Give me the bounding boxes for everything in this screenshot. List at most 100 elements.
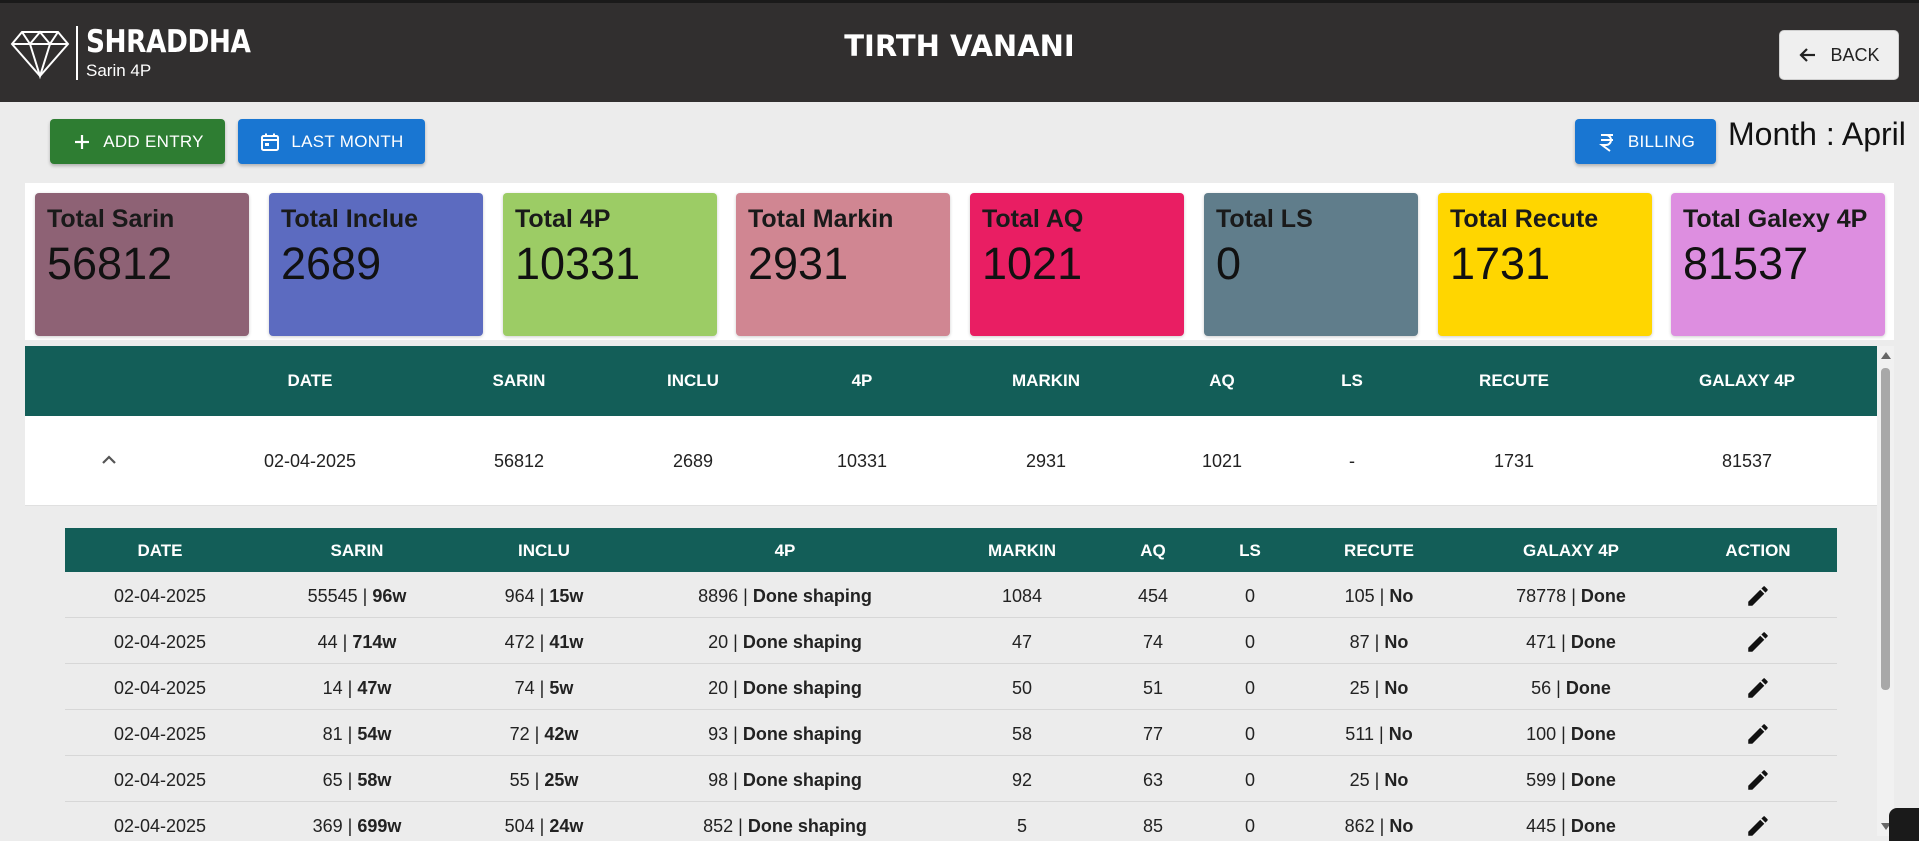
edit-icon[interactable] [1745,675,1771,701]
table-cell: 2689 [672,451,714,471]
table-row: 02-04-2025 81 | 54w 72 | 42w 93 | Done shap… [65,710,1837,756]
sarin-cell-value: 65 [322,770,343,790]
inclu-cell-value: 964 [504,586,535,606]
table-row: 02-04-2025 55545 | 96w 964 | 15w 8896 | Don… [65,572,1837,618]
add-entry-button[interactable]: ADD ENTRY [50,119,225,164]
p4-cell-value: 20 [708,632,729,652]
billing-button[interactable]: BILLING [1575,119,1716,164]
inclu-cell-status: 41w [549,632,584,652]
recute-cell: 87 | No [1349,632,1409,652]
last-month-label: LAST MONTH [291,131,404,151]
table-cell: 1021 [1201,451,1243,471]
ls-cell: 0 [1244,586,1256,606]
galaxy-cell: 599 | Done [1526,770,1616,790]
table-cell: 56812 [493,451,545,471]
column-header: GALAXY 4P [1698,371,1796,390]
logo: SHRADDHA Sarin 4P [10,25,280,81]
ls-cell: 0 [1244,770,1256,790]
billing-label: BILLING [1627,131,1696,151]
month-indicator: Month : April [1728,116,1906,152]
aq-cell: 454 [1137,586,1169,606]
edit-icon[interactable] [1745,813,1771,839]
p4-cell-value: 8896 [698,586,739,606]
column-header: GALAXY 4P [1522,541,1620,560]
sarin-cell: 14 | 47w [322,678,392,698]
galaxy-cell-status: Done [1580,586,1626,606]
inclu-cell-value: 472 [504,632,535,652]
corner-widget [1889,808,1919,841]
edit-icon[interactable] [1745,629,1771,655]
p4-cell: 93 | Done shaping [708,724,862,744]
galaxy-cell-status: Done [1570,632,1616,652]
recute-cell-status: No [1384,770,1409,790]
edit-icon[interactable] [1745,721,1771,747]
card-label: Total Inclue [281,205,419,233]
date-cell: 02-04-2025 [113,816,207,836]
scroll-thumb[interactable] [1881,368,1890,690]
back-button-label: BACK [1830,44,1880,65]
p4-cell: 8896 | Done shaping [698,586,872,606]
p4-cell-value: 98 [708,770,729,790]
column-header: SARIN [330,541,384,560]
edit-icon[interactable] [1745,583,1771,609]
card-value: 0 [1216,238,1242,289]
chevron-up-icon[interactable] [97,448,121,472]
diamond-icon [10,30,70,80]
sarin-cell: 65 | 58w [322,770,392,790]
brand-name: SHRADDHA [86,24,251,60]
card-value: 2689 [281,238,382,289]
recute-cell-status: No [1384,678,1409,698]
p4-cell-value: 20 [708,678,729,698]
p4-cell-status: Done shaping [742,724,862,744]
markin-cell: 5 [1016,816,1028,836]
summary-table-row: 02-04-2025 56812 2689 10331 2931 1021 - 1731 815… [25,416,1877,506]
card-value: 56812 [47,238,173,289]
inclu-cell: 472 | 41w [504,632,584,652]
card-label: Total Galexy 4P [1683,205,1868,233]
summary-card: Total Inclue 2689 [269,193,483,336]
column-header: RECUTE [1344,541,1414,560]
sarin-cell-status: 96w [372,586,407,606]
recute-cell-status: No [1389,816,1414,836]
vertical-scrollbar[interactable] [1877,346,1894,836]
app-header: SHRADDHA Sarin 4P TIRTH VANANI BACK [0,0,1919,102]
edit-icon[interactable] [1745,767,1771,793]
ls-cell: 0 [1244,816,1256,836]
markin-cell: 47 [1011,632,1033,652]
sarin-cell: 369 | 699w [312,816,402,836]
sarin-cell-value: 369 [312,816,343,836]
aq-cell: 85 [1142,816,1164,836]
inclu-cell-status: 25w [544,770,579,790]
aq-cell: 63 [1142,770,1164,790]
card-label: Total LS [1216,205,1313,233]
sarin-cell: 55545 | 96w [307,586,407,606]
p4-cell-value: 852 [703,816,734,836]
recute-cell-status: No [1384,632,1409,652]
galaxy-cell-value: 56 [1531,678,1552,698]
p4-cell-status: Done shaping [747,816,867,836]
recute-cell: 511 | No [1345,724,1413,744]
inclu-cell: 964 | 15w [504,586,584,606]
recute-cell-value: 25 [1349,770,1370,790]
galaxy-cell-value: 78778 [1516,586,1567,606]
date-cell: 02-04-2025 [113,724,207,744]
back-button[interactable]: BACK [1779,30,1899,80]
summary-card: Total Sarin 56812 [35,193,249,336]
table-cell: 10331 [836,451,888,471]
scroll-up-arrow[interactable] [1881,352,1891,359]
summary-cards: Total Sarin 56812 Total Inclue 2689 Total 4P… [25,183,1894,340]
summary-card: Total Markin 2931 [736,193,950,336]
card-value: 2931 [748,238,849,289]
table-cell: 2931 [1025,451,1067,471]
last-month-button[interactable]: LAST MONTH [238,119,425,164]
add-entry-label: ADD ENTRY [103,131,204,151]
card-label: Total 4P [515,205,611,233]
galaxy-cell: 445 | Done [1526,816,1616,836]
aq-cell: 77 [1142,724,1164,744]
sarin-cell-status: 699w [357,816,402,836]
column-header: AQ [1140,541,1166,560]
page-title: TIRTH VANANI [844,29,1075,63]
inclu-cell: 72 | 42w [509,724,579,744]
recute-cell-value: 511 [1345,724,1375,744]
galaxy-cell: 56 | Done [1531,678,1611,698]
